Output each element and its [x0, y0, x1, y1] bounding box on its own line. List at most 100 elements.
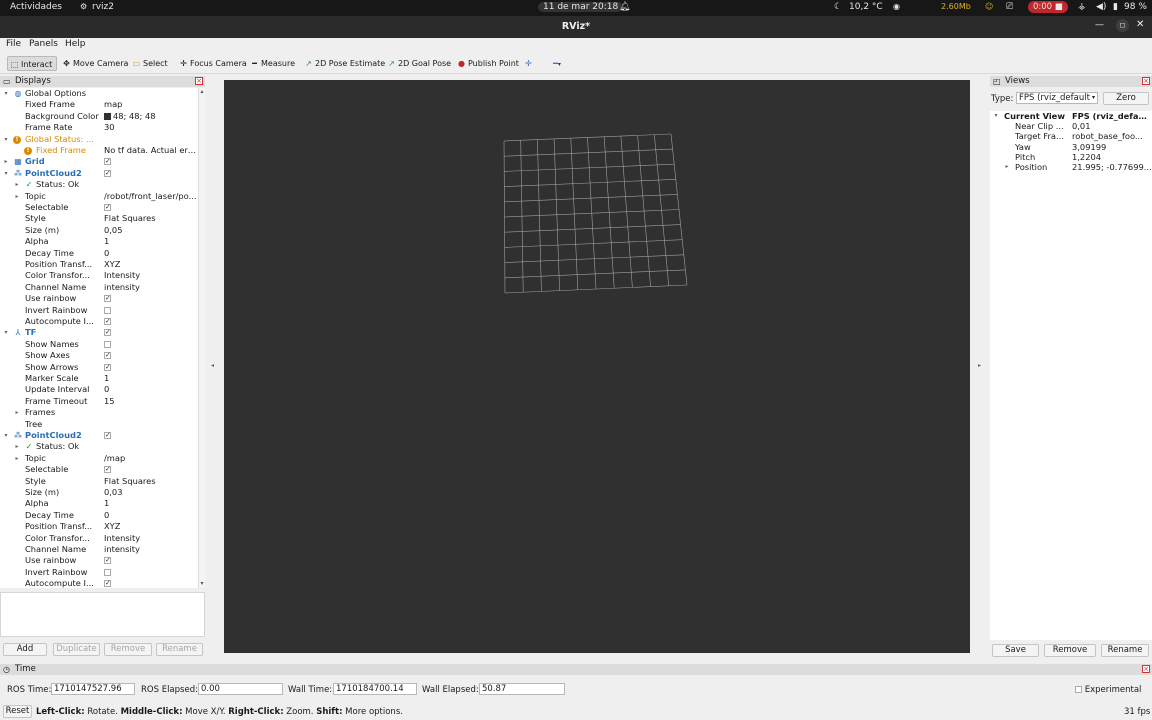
tree-row-value[interactable]: 30 [104, 122, 198, 133]
close-panel-icon[interactable]: × [195, 77, 203, 85]
measure-tool-button[interactable]: ━ Measure [248, 56, 295, 71]
tree-row[interactable]: Pitch 1,2204 [990, 152, 1152, 162]
tree-row[interactable]: Tree [0, 419, 198, 430]
tree-row[interactable]: Decay Time 0 [0, 248, 198, 259]
tree-row[interactable]: Show Names [0, 339, 198, 350]
checked-checkbox[interactable]: ✓ [104, 432, 111, 439]
tree-row[interactable]: Style Flat Squares [0, 476, 198, 487]
tree-row-value[interactable]: FPS (rviz_defau... [1072, 111, 1152, 121]
interact-tool-button[interactable]: ⬚ Interact [7, 56, 58, 71]
checked-checkbox[interactable]: ✓ [104, 363, 111, 371]
tree-row-value[interactable]: ✓ [104, 555, 198, 566]
tree-row-value[interactable]: 1,2204 [1072, 152, 1152, 162]
tree-row[interactable]: ▾ Current View FPS (rviz_defau... [990, 111, 1152, 121]
tree-row[interactable]: Show Arrows ✓ [0, 362, 198, 373]
tree-row[interactable]: Background Color 48; 48; 48 [0, 111, 198, 122]
experimental-checkbox[interactable]: Experimental [1075, 685, 1141, 695]
tree-row-value[interactable]: Flat Squares [104, 213, 198, 224]
tree-row[interactable]: Color Transfor... Intensity [0, 270, 198, 281]
displays-scrollbar[interactable]: ▴ ▾ [198, 88, 205, 588]
scroll-up-icon[interactable]: ▴ [199, 88, 205, 95]
tree-row-value[interactable]: ✓ [104, 202, 198, 213]
checked-checkbox[interactable]: ✓ [104, 329, 111, 337]
tree-row-value[interactable] [104, 567, 198, 578]
checkbox[interactable] [1075, 686, 1082, 693]
remove-view-button[interactable]: Remove [1044, 644, 1096, 657]
tree-row[interactable]: ▸ Topic/robot/front_laser/po... [0, 191, 198, 202]
add-display-button[interactable]: Add [3, 643, 47, 656]
tree-row-value[interactable]: ✓ [104, 578, 198, 588]
tree-row[interactable]: Marker Scale 1 [0, 373, 198, 384]
temperature-label[interactable]: 10,2 °C [849, 2, 883, 12]
unchecked-checkbox[interactable] [104, 340, 111, 348]
checked-checkbox[interactable]: ✓ [104, 580, 111, 588]
duplicate-display-button[interactable]: Duplicate [53, 643, 100, 656]
tree-row-value[interactable]: ✓ [104, 293, 198, 304]
tree-row-value[interactable]: ✓ [104, 316, 198, 327]
tree-row-value[interactable]: ✓ [104, 464, 198, 475]
tree-row-value[interactable]: Flat Squares [104, 476, 198, 487]
ros-time-field[interactable]: 1710147527.96 [51, 683, 135, 695]
tree-row[interactable]: Invert Rainbow [0, 567, 198, 578]
discord-icon[interactable]: ◉ [893, 2, 900, 11]
checked-checkbox[interactable]: ✓ [104, 295, 111, 303]
collapse-right-icon[interactable]: ▸ [978, 362, 981, 369]
tree-row-value[interactable]: 0,01 [1072, 121, 1152, 131]
tree-row[interactable]: Yaw 3,09199 [990, 142, 1152, 152]
wall-elapsed-field[interactable]: 50.87 [479, 683, 565, 695]
checked-checkbox[interactable]: ✓ [104, 158, 111, 166]
tree-row[interactable]: ▸ Topic/map [0, 453, 198, 464]
close-panel-icon[interactable]: × [1142, 77, 1150, 85]
tree-row-value[interactable]: XYZ [104, 521, 198, 532]
minimize-icon[interactable]: — [1095, 20, 1104, 30]
expand-arrow-icon[interactable]: ▾ [2, 88, 10, 99]
maximize-icon[interactable]: ◻ [1116, 19, 1129, 32]
save-view-button[interactable]: Save [992, 644, 1039, 657]
tree-row[interactable]: ▾ ◍ Global Options [0, 88, 198, 99]
tree-row[interactable]: Alpha 1 [0, 498, 198, 509]
tree-row[interactable]: Style Flat Squares [0, 213, 198, 224]
tree-row[interactable]: Size (m) 0,03 [0, 487, 198, 498]
tree-row[interactable]: ▾ ⁂ PointCloud2 ✓ [0, 430, 198, 441]
tree-row-value[interactable] [104, 339, 198, 350]
tree-row-value[interactable]: 1 [104, 498, 198, 509]
recording-indicator[interactable]: 0:00 ■ [1028, 1, 1068, 13]
tree-row[interactable]: Selectable ✓ [0, 202, 198, 213]
tree-row[interactable]: Position Transf... XYZ [0, 259, 198, 270]
select-tool-button[interactable]: ▭ Select [130, 56, 168, 71]
move-camera-tool-button[interactable]: ✥ Move Camera [60, 56, 128, 71]
tree-row-value[interactable]: 0 [104, 384, 198, 395]
tree-row-value[interactable]: 21.995; -0.77699... [1072, 162, 1152, 172]
checked-checkbox[interactable]: ✓ [104, 169, 111, 177]
unchecked-checkbox[interactable] [104, 306, 111, 314]
tree-row[interactable]: Color Transfor... Intensity [0, 533, 198, 544]
tree-row-value[interactable]: XYZ [104, 259, 198, 270]
tree-row[interactable]: ▸ ✓ Status: Ok [0, 179, 198, 190]
clock[interactable]: 11 de mar 20:18 [538, 2, 624, 12]
tree-row[interactable]: ! Fixed Frame No tf data. Actual err... [0, 145, 198, 156]
3d-viewport[interactable] [224, 80, 970, 653]
tree-row-value[interactable]: Intensity [104, 270, 198, 281]
tree-row-value[interactable]: 1 [104, 373, 198, 384]
screen-share-icon[interactable]: ⎚ [1006, 2, 1013, 12]
tree-row-value[interactable]: 1 [104, 236, 198, 247]
menu-panels[interactable]: Panels [29, 39, 58, 49]
tree-row[interactable]: Use rainbow ✓ [0, 555, 198, 566]
tree-row-value[interactable]: 0,03 [104, 487, 198, 498]
tree-row-value[interactable]: ✓ [104, 350, 198, 361]
tree-row-value[interactable]: /map [104, 453, 198, 464]
collapse-arrow-icon[interactable]: ▸ [13, 179, 21, 190]
menu-help[interactable]: Help [65, 39, 86, 49]
tree-row[interactable]: ▸ Position 21.995; -0.77699... [990, 162, 1152, 172]
collapse-arrow-icon[interactable]: ▸ [13, 441, 21, 452]
focus-camera-tool-button[interactable]: ✛ Focus Camera [177, 56, 247, 71]
tree-row[interactable]: Channel Name intensity [0, 282, 198, 293]
tree-row[interactable]: Fixed Frame map [0, 99, 198, 110]
tree-row-value[interactable] [104, 305, 198, 316]
publish-point-tool-button[interactable]: ● Publish Point [455, 56, 519, 71]
scroll-down-icon[interactable]: ▾ [199, 580, 205, 587]
collapse-left-icon[interactable]: ◂ [211, 362, 214, 369]
tree-row[interactable]: Near Clip ... 0,01 [990, 121, 1152, 131]
menu-file[interactable]: File [6, 39, 21, 49]
expand-arrow-icon[interactable]: ▾ [992, 111, 1000, 121]
